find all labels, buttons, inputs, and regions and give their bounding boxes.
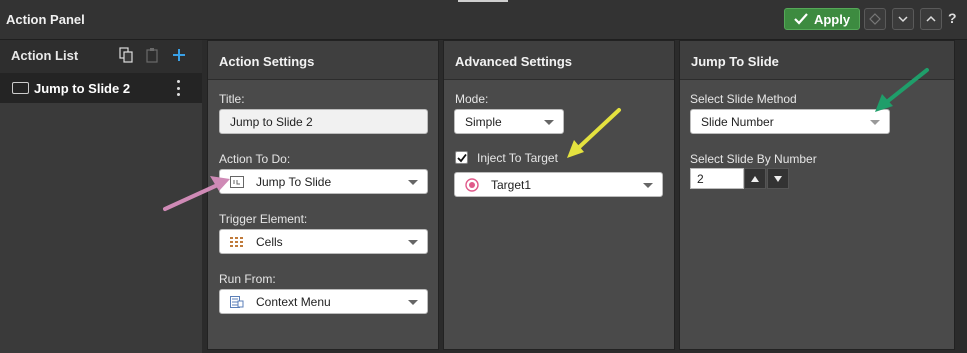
chevron-down-icon <box>898 16 908 23</box>
action-to-do-value: Jump To Slide <box>256 175 332 189</box>
trigger-element-label: Trigger Element: <box>219 212 308 226</box>
jump-to-slide-header: Jump To Slide <box>680 41 954 80</box>
more-options-icon[interactable] <box>175 80 181 96</box>
action-list-item[interactable]: Jump to Slide 2 <box>0 73 202 103</box>
action-settings-title: Action Settings <box>219 54 315 69</box>
add-icon[interactable] <box>170 46 188 64</box>
drag-handle[interactable] <box>458 0 508 2</box>
target-select[interactable]: Target1 <box>454 172 663 197</box>
dropdown-caret-icon <box>643 183 653 188</box>
title-input-value: Jump to Slide 2 <box>230 115 313 129</box>
context-menu-icon <box>230 296 244 308</box>
dropdown-caret-icon <box>408 240 418 245</box>
paste-icon <box>143 46 161 64</box>
action-settings-header: Action Settings <box>208 41 438 80</box>
dropdown-caret-icon <box>408 180 418 185</box>
slide-icon <box>230 176 244 188</box>
advanced-settings-title: Advanced Settings <box>455 54 573 69</box>
title-label: Title: <box>219 92 245 106</box>
increment-button[interactable] <box>744 168 766 189</box>
slide-icon <box>12 82 29 94</box>
select-slide-method-label: Select Slide Method <box>690 92 797 106</box>
chevron-up-icon <box>926 15 936 22</box>
advanced-settings-panel: Advanced Settings Mode: Simple Inject To… <box>443 40 675 350</box>
action-to-do-select[interactable]: Jump To Slide <box>219 169 428 194</box>
caret-up-icon <box>751 175 759 182</box>
checkmark-icon <box>456 153 467 162</box>
inject-to-target-checkbox[interactable] <box>455 151 468 164</box>
run-from-label: Run From: <box>219 272 276 286</box>
mode-select[interactable]: Simple <box>454 109 564 134</box>
target-icon <box>465 178 479 192</box>
caret-down-icon <box>774 175 782 182</box>
advanced-settings-header: Advanced Settings <box>444 41 674 80</box>
slide-method-select[interactable]: Slide Number <box>690 109 890 134</box>
target-value: Target1 <box>491 178 532 192</box>
jump-to-slide-panel: Jump To Slide Select Slide Method Slide … <box>679 40 955 350</box>
mode-value: Simple <box>465 115 502 129</box>
action-settings-panel: Action Settings Title: Jump to Slide 2 A… <box>207 40 439 350</box>
apply-label: Apply <box>813 11 851 27</box>
diamond-icon <box>869 13 881 25</box>
action-list-panel: Action List Jump to Slide 2 <box>0 40 202 353</box>
inject-to-target-label: Inject To Target <box>477 151 558 165</box>
trigger-element-value: Cells <box>256 235 283 249</box>
move-up-button[interactable] <box>920 8 942 30</box>
action-panel-header: Action Panel Apply ? <box>0 0 967 40</box>
trigger-element-select[interactable]: Cells <box>219 229 428 254</box>
run-from-value: Context Menu <box>256 295 331 309</box>
mode-label: Mode: <box>455 92 489 106</box>
checkmark-icon <box>794 13 808 25</box>
run-from-select[interactable]: Context Menu <box>219 289 428 314</box>
slide-number-value: 2 <box>697 172 704 186</box>
action-list-title: Action List <box>11 48 79 63</box>
panel-title: Action Panel <box>6 12 85 27</box>
action-list-item-label: Jump to Slide 2 <box>34 81 131 96</box>
slide-number-input[interactable]: 2 <box>690 168 744 189</box>
diamond-button[interactable] <box>864 8 886 30</box>
select-slide-by-number-label: Select Slide By Number <box>690 152 817 166</box>
action-list-header: Action List <box>0 40 202 73</box>
dropdown-caret-icon <box>408 300 418 305</box>
slide-method-value: Slide Number <box>701 115 774 129</box>
copy-icon[interactable] <box>117 46 135 64</box>
apply-button[interactable]: Apply <box>784 8 860 30</box>
title-input[interactable]: Jump to Slide 2 <box>219 109 428 134</box>
jump-to-slide-title: Jump To Slide <box>691 54 779 69</box>
dropdown-caret-icon <box>544 120 554 125</box>
decrement-button[interactable] <box>767 168 789 189</box>
grid-cells-icon <box>230 237 243 247</box>
dropdown-caret-icon <box>870 120 880 125</box>
action-to-do-label: Action To Do: <box>219 152 291 166</box>
move-down-button[interactable] <box>892 8 914 30</box>
help-button[interactable]: ? <box>948 10 957 26</box>
